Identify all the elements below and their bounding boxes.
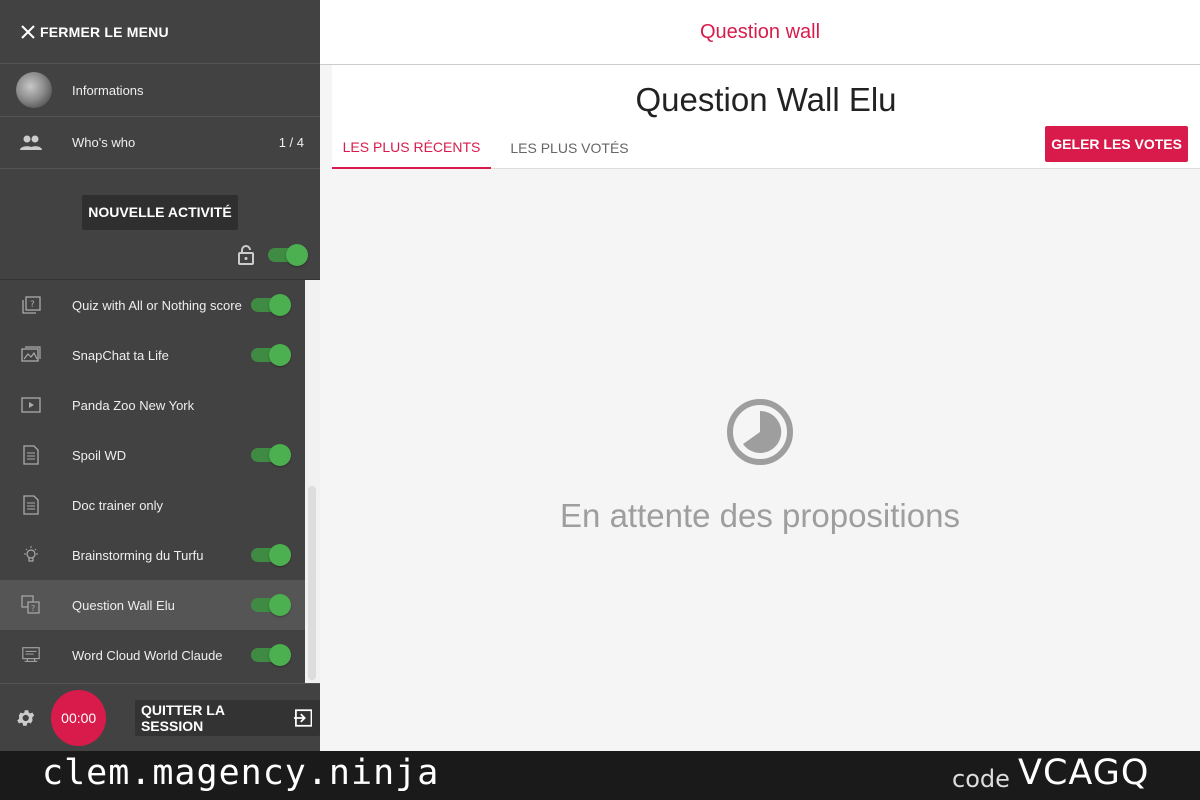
- quiz-icon: ?: [21, 296, 41, 314]
- activity-toggle[interactable]: [251, 544, 291, 566]
- informations-label: Informations: [72, 82, 144, 98]
- timer-pie-icon: [727, 399, 793, 465]
- empty-message: En attente des propositions: [560, 497, 960, 534]
- activity-item[interactable]: Spoil WD: [0, 430, 305, 480]
- top-bar-title: Question wall: [699, 20, 821, 43]
- activity-name: Doc trainer only: [72, 497, 164, 513]
- svg-text:?: ?: [30, 300, 35, 310]
- exit-icon: [293, 708, 312, 727]
- activity-name: Brainstorming du Turfu: [72, 547, 204, 563]
- activity-item-active[interactable]: ? Question Wall Elu: [0, 580, 305, 630]
- session-footer: clem.magency.ninja code VCAGQ: [0, 751, 1200, 800]
- svg-text:?: ?: [31, 604, 35, 613]
- lightbulb-icon: [21, 545, 41, 565]
- page-header: Question Wall Elu LES PLUS RÉCENTS LES P…: [332, 65, 1200, 169]
- activity-toggle[interactable]: [251, 444, 291, 466]
- main-panel: Question wall Question Wall Elu LES PLUS…: [320, 0, 1200, 751]
- close-icon: [21, 24, 35, 39]
- activity-name: Word Cloud World Claude: [72, 647, 223, 663]
- empty-state: En attente des propositions: [320, 398, 1200, 535]
- video-icon: [21, 397, 41, 413]
- session-code: VCAGQ: [1018, 753, 1150, 793]
- tab-most-voted[interactable]: LES PLUS VOTÉS: [491, 127, 648, 169]
- activity-toggle[interactable]: [251, 594, 291, 616]
- activity-toggle[interactable]: [251, 644, 291, 666]
- new-activity-button[interactable]: NOUVELLE ACTIVITÉ: [82, 195, 238, 230]
- activity-item[interactable]: Word Cloud World Claude: [0, 630, 305, 680]
- activity-toggle[interactable]: [251, 294, 291, 316]
- document-icon: [21, 495, 41, 515]
- activity-name: Panda Zoo New York: [72, 397, 195, 413]
- document-icon: [21, 445, 41, 465]
- freeze-votes-button[interactable]: GELER LES VOTES: [1045, 126, 1188, 162]
- image-icon: [21, 346, 41, 364]
- quit-session-label: QUITTER LA SESSION: [140, 701, 225, 734]
- lock-icon[interactable]: [236, 244, 256, 266]
- word-cloud-icon: [21, 646, 41, 664]
- activity-item[interactable]: Brainstorming du Turfu: [0, 530, 305, 580]
- activity-item[interactable]: SnapChat ta Life: [0, 330, 305, 380]
- session-domain: clem.magency.ninja: [42, 753, 440, 793]
- activity-name: Question Wall Elu: [72, 597, 175, 613]
- activity-name: SnapChat ta Life: [72, 347, 169, 363]
- activity-item[interactable]: ? Quiz with All or Nothing score: [0, 280, 305, 330]
- lock-toggle[interactable]: [268, 243, 308, 266]
- avatar: [16, 72, 52, 108]
- activity-list: ? Quiz with All or Nothing score SnapCha…: [0, 280, 320, 683]
- gear-icon[interactable]: [15, 707, 36, 729]
- close-menu-button[interactable]: FERMER LE MENU: [0, 0, 320, 64]
- top-bar: Question wall: [320, 0, 1200, 65]
- sidebar-footer: 00:00 QUITTER LA SESSION: [0, 683, 320, 751]
- tab-recent[interactable]: LES PLUS RÉCENTS: [332, 127, 491, 169]
- activity-toggle[interactable]: [251, 344, 291, 366]
- activity-name: Quiz with All or Nothing score: [72, 297, 242, 313]
- session-code-label: code: [952, 765, 1010, 793]
- activity-item[interactable]: Panda Zoo New York: [0, 380, 305, 430]
- sidebar-item-informations[interactable]: Informations: [0, 64, 320, 117]
- activity-name: Spoil WD: [72, 447, 127, 463]
- page-title: Question Wall Elu: [635, 81, 897, 118]
- activity-item[interactable]: Doc trainer only: [0, 480, 305, 530]
- whos-who-count: 1 / 4: [278, 135, 304, 150]
- session-timer[interactable]: 00:00: [51, 689, 106, 746]
- whos-who-label: Who's who: [72, 135, 136, 150]
- question-wall-icon: ?: [21, 595, 41, 615]
- quit-session-button[interactable]: QUITTER LA SESSION: [134, 699, 320, 736]
- close-menu-label: FERMER LE MENU: [40, 23, 169, 40]
- people-icon: [19, 134, 43, 152]
- sidebar-item-whos-who[interactable]: Who's who 1 / 4: [0, 117, 320, 169]
